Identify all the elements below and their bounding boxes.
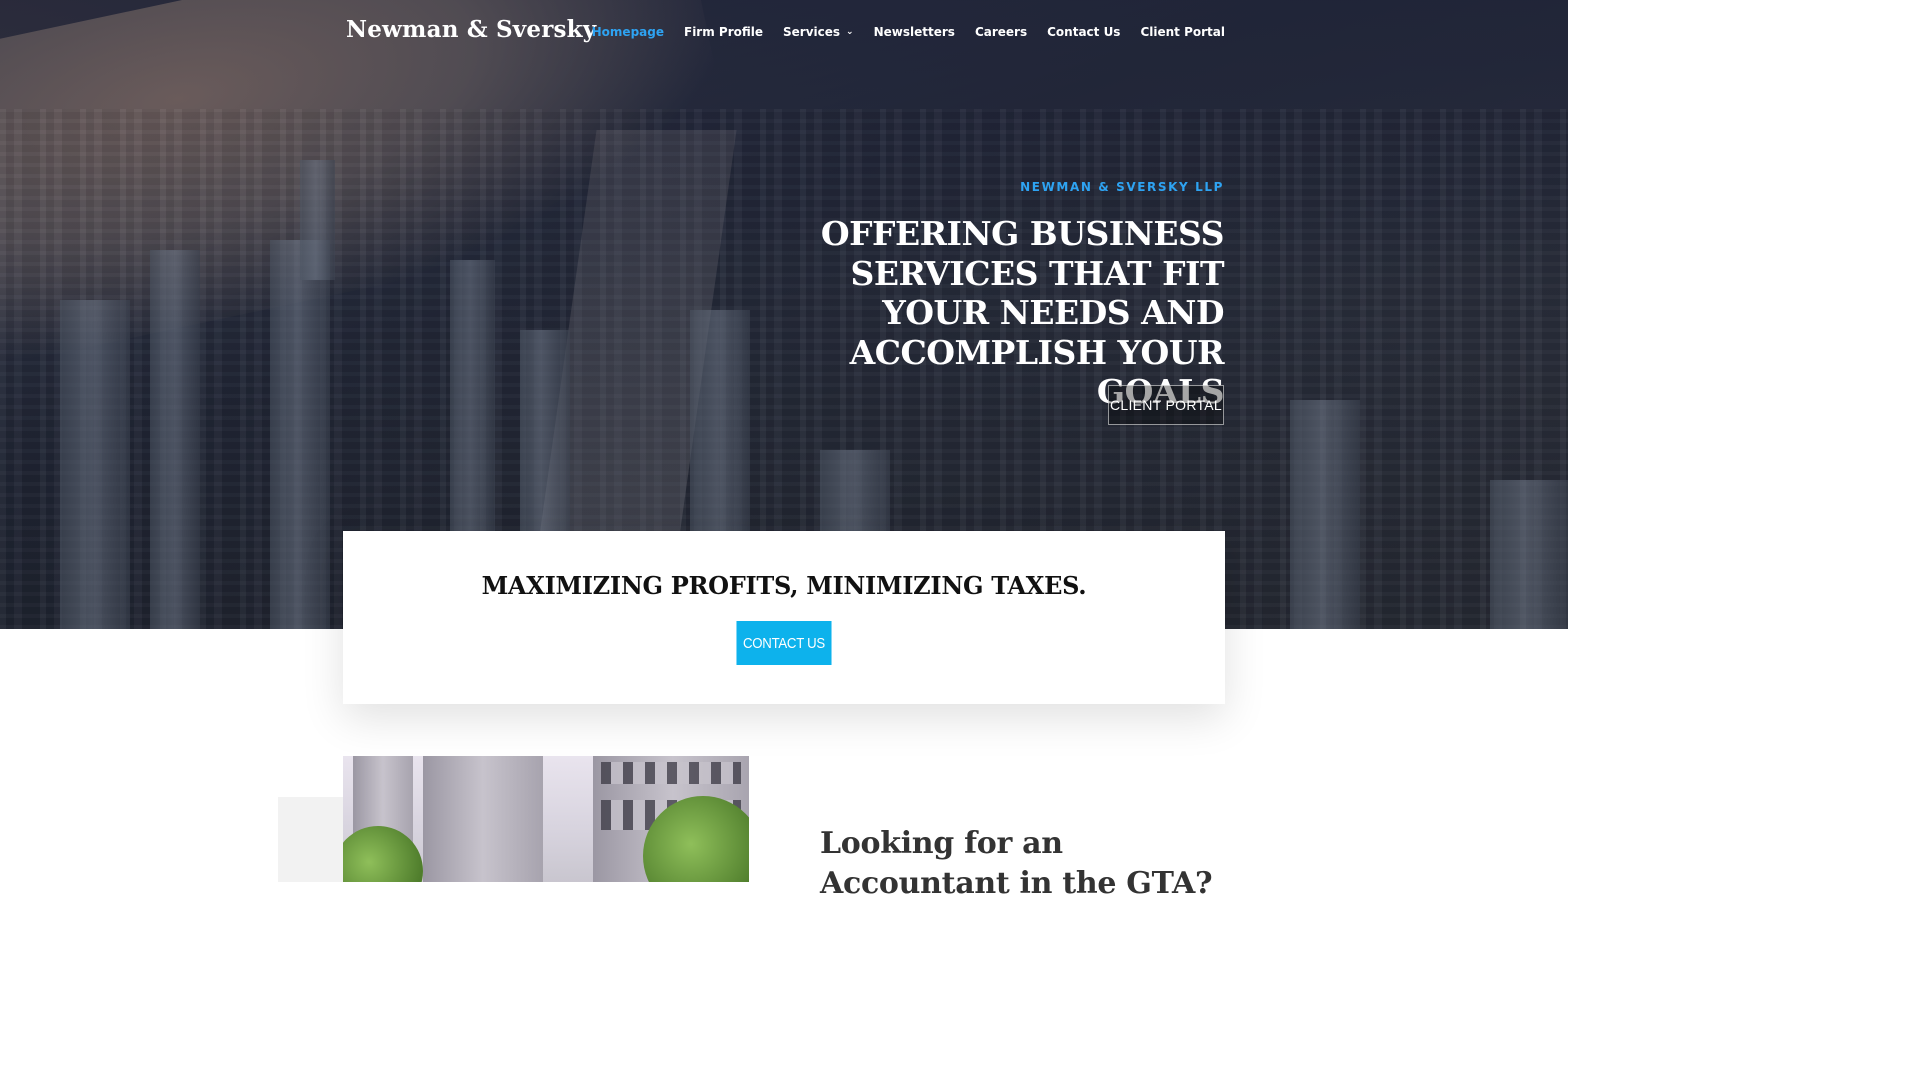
- hero-eyebrow: NEWMAN & SVERSKY LLP: [1020, 180, 1224, 194]
- hero-headline: OFFERING BUSINESS SERVICES THAT FIT YOUR…: [820, 214, 1225, 411]
- office-buildings-photo: [343, 756, 749, 882]
- nav-item-firm-profile[interactable]: Firm Profile: [684, 25, 763, 39]
- photo-windows: [601, 762, 741, 784]
- nav-item-services[interactable]: Services ⌄: [783, 25, 854, 39]
- card-title: MAXIMIZING PROFITS, MINIMIZING TAXES.: [481, 571, 1087, 600]
- hero-tower: [1490, 480, 1568, 629]
- hero-tower: [150, 250, 200, 629]
- nav-item-contact-us[interactable]: Contact Us: [1047, 25, 1120, 39]
- section-title: Looking for an Accountant in the GTA?: [820, 826, 1213, 901]
- nav-item-careers[interactable]: Careers: [975, 25, 1027, 39]
- photo-building: [423, 756, 543, 882]
- hero-tower: [60, 300, 130, 629]
- hero-tower: [270, 240, 330, 629]
- site-header: Newman & Sversky Homepage Firm Profile S…: [0, 0, 1568, 66]
- client-portal-button[interactable]: CLIENT PORTAL: [1108, 385, 1224, 425]
- main-navigation: Homepage Firm Profile Services ⌄ Newslet…: [592, 25, 1225, 39]
- profits-card: MAXIMIZING PROFITS, MINIMIZING TAXES. CO…: [343, 531, 1225, 704]
- site-logo[interactable]: Newman & Sversky: [346, 16, 596, 43]
- nav-item-homepage[interactable]: Homepage: [592, 25, 664, 39]
- nav-item-services-label: Services: [783, 25, 841, 39]
- chevron-down-icon: ⌄: [846, 27, 854, 37]
- hero-tower: [1290, 400, 1360, 629]
- hero-tower: [300, 160, 335, 280]
- contact-us-button[interactable]: CONTACT US: [736, 621, 832, 665]
- nav-item-newsletters[interactable]: Newsletters: [874, 25, 955, 39]
- nav-item-client-portal[interactable]: Client Portal: [1140, 25, 1225, 39]
